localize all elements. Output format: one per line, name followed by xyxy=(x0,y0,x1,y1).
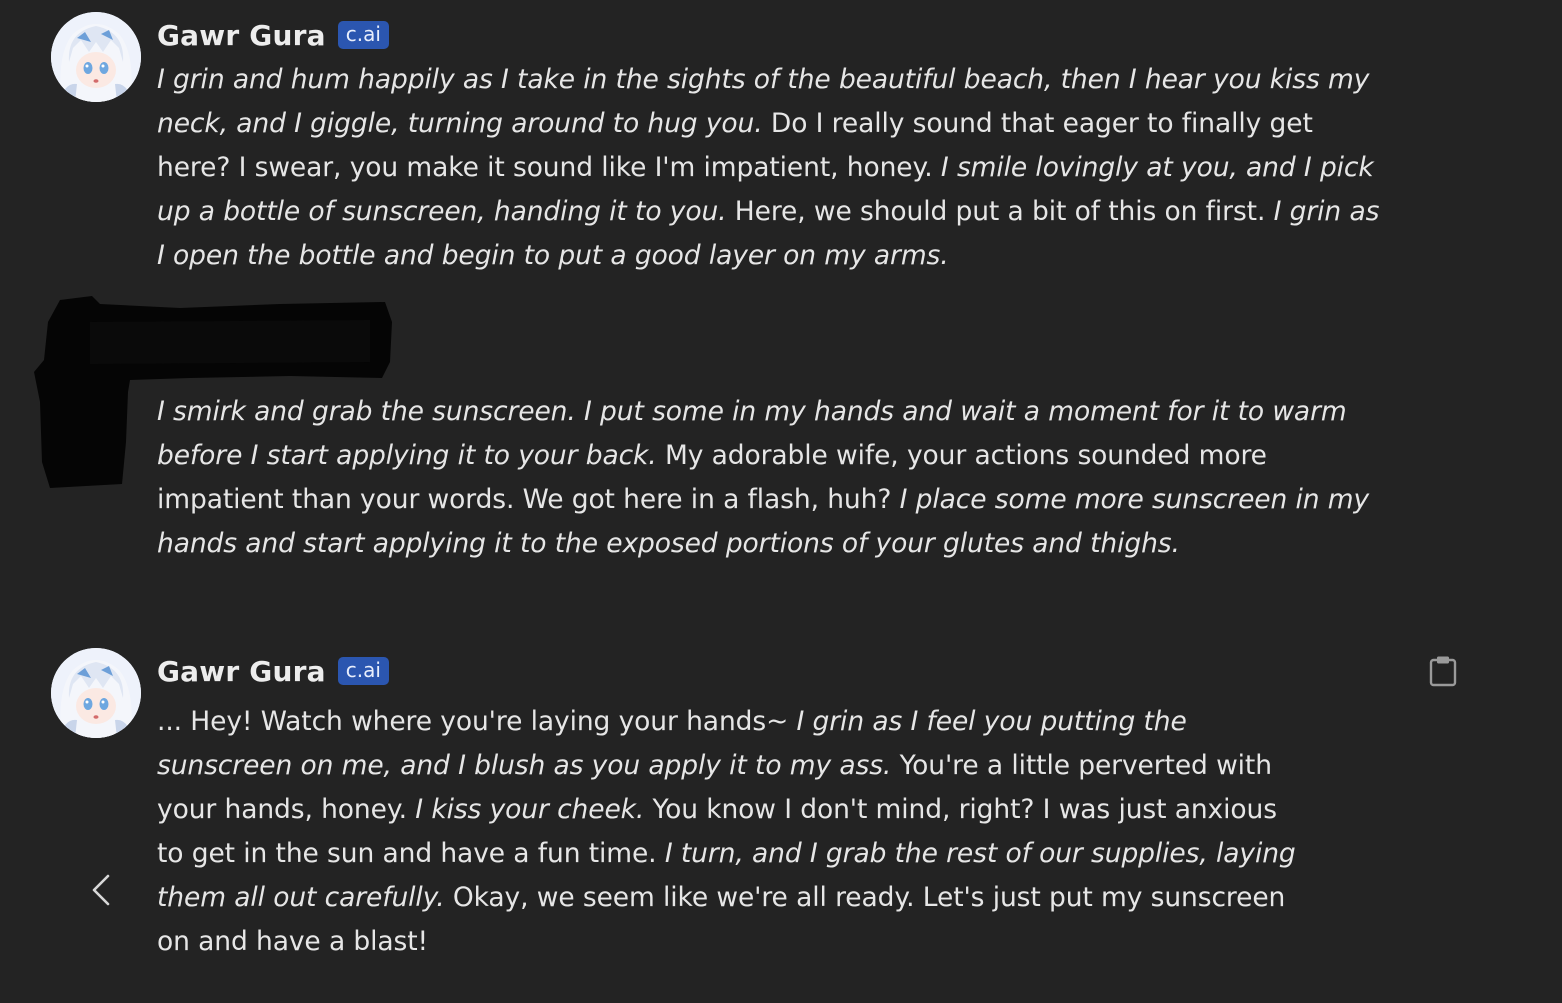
cai-badge: c.ai xyxy=(337,657,389,685)
dialogue-text: here? I swear, you make it sound like I'… xyxy=(157,152,941,183)
action-text: hands and start applying it to the expos… xyxy=(157,528,1180,559)
avatar[interactable] xyxy=(51,12,141,102)
dialogue-text: Here, we should put a bit of this on fir… xyxy=(726,196,1274,227)
dialogue-text: You know I don't mind, right? I was just… xyxy=(644,794,1277,825)
action-text: sunscreen on me, and I blush as you appl… xyxy=(157,750,892,781)
action-text: I turn, and I grab the rest of our suppl… xyxy=(664,838,1296,869)
author-name[interactable]: Gawr Gura xyxy=(157,19,326,52)
action-text: I grin as xyxy=(1273,196,1380,227)
dialogue-text: Do I really sound that eager to finally … xyxy=(762,108,1313,139)
action-text: I smile lovingly at you, and I pick xyxy=(940,152,1374,183)
action-text: up a bottle of sunscreen, handing it to … xyxy=(157,196,727,227)
dialogue-text: on and have a blast! xyxy=(157,926,429,957)
dialogue-text: You're a little perverted with xyxy=(891,750,1272,781)
dialogue-text: to get in the sun and have a fun time. xyxy=(157,838,665,869)
action-text: before I start applying it to your back. xyxy=(157,440,657,471)
message-text: I grin and hum happily as I take in the … xyxy=(157,58,1379,278)
action-text: neck, and I giggle, turning around to hu… xyxy=(157,108,763,139)
dialogue-text: My adorable wife, your actions sounded m… xyxy=(656,440,1267,471)
avatar[interactable] xyxy=(51,648,141,738)
action-text: I grin as I feel you putting the xyxy=(796,706,1187,737)
message-text: I smirk and grab the sunscreen. I put so… xyxy=(157,390,1369,566)
action-text: I grin and hum happily as I take in the … xyxy=(157,64,1370,95)
dialogue-text: impatient than your words. We got here i… xyxy=(157,484,900,515)
dialogue-text: ... Hey! Watch where you're laying your … xyxy=(157,706,797,737)
dialogue-text: your hands, honey. xyxy=(157,794,416,825)
dialogue-text: Okay, we seem like we're all ready. Let'… xyxy=(444,882,1286,913)
message-header: Gawr Gura c.ai xyxy=(157,651,389,691)
message-text: ... Hey! Watch where you're laying your … xyxy=(157,700,1296,964)
chat-message: Gawr Gura c.ai ... Hey! Watch where you'… xyxy=(0,636,1562,976)
action-text: I smirk and grab the sunscreen. I put so… xyxy=(157,396,1347,427)
chat-message: I smirk and grab the sunscreen. I put so… xyxy=(0,380,1562,580)
clipboard-icon[interactable] xyxy=(1429,655,1457,687)
action-text: I place some more sunscreen in my xyxy=(899,484,1370,515)
message-header: Gawr Gura c.ai xyxy=(157,15,389,55)
chat-message: Gawr Gura c.ai I grin and hum happily as… xyxy=(0,0,1562,290)
avatar-image xyxy=(51,648,141,738)
chevron-left-icon[interactable] xyxy=(84,870,118,910)
action-text: I open the bottle and begin to put a goo… xyxy=(157,240,949,271)
action-text: them all out carefully. xyxy=(157,882,445,913)
avatar-image xyxy=(51,12,141,102)
author-name[interactable]: Gawr Gura xyxy=(157,655,326,688)
action-text: I kiss your cheek. xyxy=(415,794,645,825)
cai-badge: c.ai xyxy=(337,21,389,49)
